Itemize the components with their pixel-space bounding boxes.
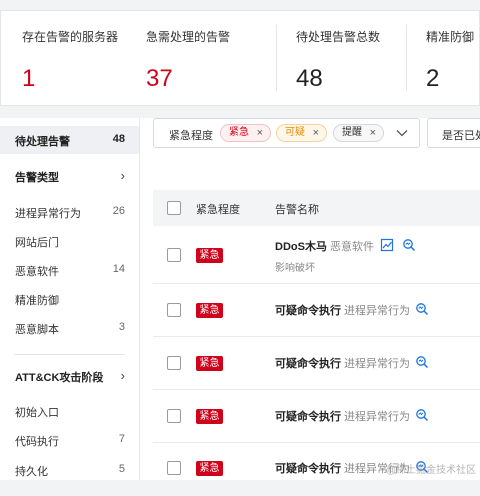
alert-title: 可疑命令执行: [275, 463, 341, 475]
sidebar-item-process-anomaly[interactable]: 进程异常行为 26: [0, 198, 139, 226]
urgency-filter-label: 紧急程度: [169, 130, 213, 142]
chevron-down-icon[interactable]: [395, 126, 409, 140]
sidebar-item-label: 恶意脚本: [15, 324, 59, 336]
filter-tag-label: 可疑: [285, 127, 305, 138]
sidebar-item-execution[interactable]: 代码执行 7: [0, 426, 139, 454]
filter-tag-label: 紧急: [229, 127, 249, 138]
sidebar-item-label: 恶意软件: [15, 266, 59, 278]
alert-name[interactable]: 可疑命令执行 进程异常行为: [275, 355, 410, 371]
alert-name[interactable]: 可疑命令执行 进程异常行为: [275, 302, 410, 318]
row-checkbox[interactable]: [167, 248, 181, 262]
select-all-checkbox[interactable]: [167, 201, 181, 215]
stat-value: 48: [296, 65, 323, 92]
alert-category: 进程异常行为: [344, 358, 410, 370]
stat-label: 存在告警的服务器: [22, 30, 119, 44]
sidebar-item-count: 14: [112, 263, 125, 275]
stat-value: 2: [426, 65, 440, 92]
alert-category: 进程异常行为: [344, 411, 410, 423]
table-row[interactable]: 紧急 可疑命令执行 进程异常行为: [153, 337, 480, 390]
sidebar-item-label: 进程异常行为: [15, 208, 81, 220]
stat-value: 1: [22, 65, 36, 92]
stat-urgent-alerts[interactable]: 急需处理的告警 37: [126, 11, 276, 107]
column-header-urgency: 紧急程度: [196, 204, 240, 216]
sidebar-item-label: 初始入口: [15, 407, 59, 419]
sidebar-item-count: 5: [118, 463, 125, 475]
filter-tag-urgent[interactable]: 紧急 ×: [220, 124, 271, 142]
close-icon[interactable]: ×: [313, 125, 319, 141]
alert-category: 进程异常行为: [344, 305, 410, 317]
search-analysis-icon[interactable]: [415, 408, 429, 422]
sidebar-item-label: 网站后门: [15, 237, 59, 249]
sidebar-item-label: 精准防御: [15, 295, 59, 307]
search-analysis-icon[interactable]: [415, 302, 429, 316]
sidebar-section-title: ATT&CK攻击阶段: [15, 372, 104, 384]
close-icon[interactable]: ×: [257, 125, 263, 141]
stat-label: 急需处理的告警: [146, 30, 231, 44]
close-icon[interactable]: ×: [370, 125, 376, 141]
alert-list-panel: 紧急程度 紧急 × 可疑 × 提醒 × 是否已处理 紧急程度 告警名称 紧急 D…: [140, 118, 480, 480]
urgency-badge: 紧急: [196, 461, 223, 476]
alert-title: DDoS木马: [275, 241, 327, 253]
alert-name[interactable]: DDoS木马 恶意软件: [275, 238, 374, 254]
stat-precise-defense[interactable]: 精准防御 2: [406, 11, 480, 107]
sidebar-item-count: 7: [118, 433, 125, 445]
sidebar-item-count: 48: [112, 133, 125, 145]
row-checkbox[interactable]: [167, 303, 181, 317]
alert-name[interactable]: 可疑命令执行 进程异常行为: [275, 408, 410, 424]
search-analysis-icon[interactable]: [415, 355, 429, 369]
sidebar-item-label: 待处理告警: [15, 136, 70, 148]
sidebar-section-alert-types[interactable]: 告警类型 ›: [0, 162, 139, 190]
alert-title: 可疑命令执行: [275, 411, 341, 423]
urgency-badge: 紧急: [196, 248, 223, 263]
handled-filter[interactable]: 是否已处理: [427, 118, 480, 148]
sidebar-item-count: 3: [118, 321, 125, 333]
alert-tactic: 影响破坏: [275, 263, 315, 274]
filter-tag-label: 提醒: [342, 127, 362, 138]
sidebar-item-webshell[interactable]: 网站后门: [0, 227, 139, 255]
row-checkbox[interactable]: [167, 409, 181, 423]
sidebar-item-malware[interactable]: 恶意软件 14: [0, 256, 139, 284]
divider: [14, 354, 125, 355]
stat-pending-total[interactable]: 待处理告警总数 48: [276, 11, 406, 107]
sidebar-item-malicious-script[interactable]: 恶意脚本 3: [0, 314, 139, 342]
sidebar-item-count: 26: [112, 205, 125, 217]
table-row[interactable]: 紧急 可疑命令执行 进程异常行为: [153, 390, 480, 443]
alert-category: 恶意软件: [329, 241, 374, 253]
filter-tag-reminder[interactable]: 提醒 ×: [333, 124, 384, 142]
search-analysis-icon[interactable]: [402, 238, 416, 252]
chart-icon[interactable]: [380, 238, 394, 252]
stat-value: 37: [146, 65, 173, 92]
row-checkbox[interactable]: [167, 356, 181, 370]
sidebar-item-precise-defense[interactable]: 精准防御: [0, 285, 139, 313]
sidebar-item-label: 代码执行: [15, 436, 59, 448]
sidebar-section-attack-stages[interactable]: ATT&CK攻击阶段 ›: [0, 362, 139, 390]
sidebar-item-label: 持久化: [15, 466, 48, 478]
stats-bar: 存在告警的服务器 1 急需处理的告警 37 待处理告警总数 48 精准防御 2: [0, 10, 480, 106]
urgency-badge: 紧急: [196, 356, 223, 371]
filter-sidebar: 待处理告警 48 告警类型 › 进程异常行为 26 网站后门 恶意软件 14 精…: [0, 118, 140, 480]
row-checkbox[interactable]: [167, 461, 181, 475]
stat-label: 精准防御: [426, 30, 475, 44]
table-row[interactable]: 紧急 可疑命令执行 进程异常行为: [153, 284, 480, 337]
table-header: 紧急程度 告警名称: [153, 190, 480, 226]
handled-filter-label: 是否已处理: [442, 130, 480, 142]
chevron-right-icon: ›: [120, 368, 125, 383]
alert-title: 可疑命令执行: [275, 358, 341, 370]
filter-tag-suspicious[interactable]: 可疑 ×: [276, 124, 327, 142]
column-header-name: 告警名称: [275, 204, 319, 216]
stat-servers-with-alerts[interactable]: 存在告警的服务器 1: [1, 11, 126, 107]
sidebar-item-pending[interactable]: 待处理告警 48: [0, 126, 139, 154]
alert-title: 可疑命令执行: [275, 305, 341, 317]
urgency-filter[interactable]: 紧急程度 紧急 × 可疑 × 提醒 ×: [153, 118, 420, 148]
divider: [406, 25, 407, 91]
urgency-badge: 紧急: [196, 409, 223, 424]
divider: [276, 25, 277, 91]
sidebar-section-title: 告警类型: [15, 172, 59, 184]
urgency-badge: 紧急: [196, 303, 223, 318]
chevron-right-icon: ›: [120, 168, 125, 183]
watermark: @稀土掘金技术社区: [385, 465, 476, 476]
sidebar-item-initial-access[interactable]: 初始入口: [0, 397, 139, 425]
table-row[interactable]: 紧急 DDoS木马 恶意软件 影响破坏: [153, 226, 480, 284]
stat-label: 待处理告警总数: [296, 30, 381, 44]
